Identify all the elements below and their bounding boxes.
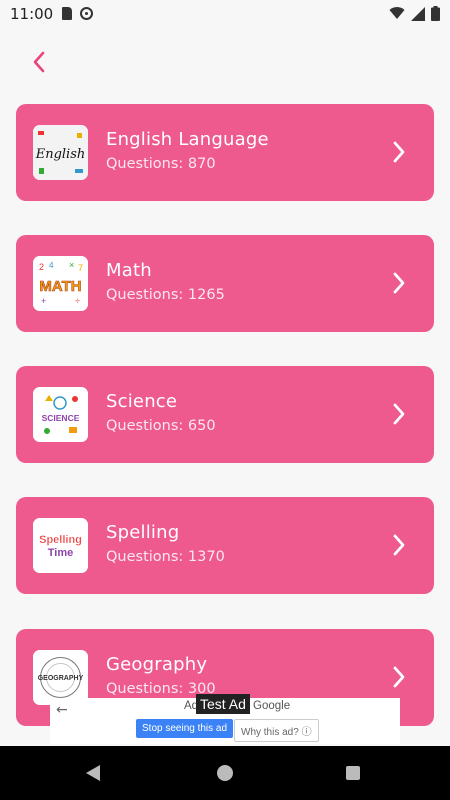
subject-card-english[interactable]: English English Language Questions: 870 [16,104,434,201]
ad-back-arrow-icon[interactable]: ← [56,702,68,718]
science-thumbnail: SCIENCE [33,387,88,442]
signal-icon [411,6,425,21]
wifi-icon [389,7,405,20]
geography-thumb-text: GEOGRAPHY [38,675,84,682]
subject-question-count: Questions: 1370 [106,549,225,565]
subject-card-science[interactable]: SCIENCE Science Questions: 650 [16,366,434,463]
english-thumbnail: English [33,125,88,180]
battery-icon [431,6,440,21]
math-thumb-text: MATH [39,278,81,295]
subject-title: Geography [106,654,208,675]
svg-text:2: 2 [39,262,44,272]
subject-question-count: Questions: 650 [106,418,216,434]
spelling-thumb-line2: Time [48,547,73,559]
chevron-right-icon [393,272,405,294]
at-sign-icon [80,7,93,20]
subject-card-spelling[interactable]: Spelling Time Spelling Questions: 1370 [16,497,434,594]
subject-title: Science [106,391,178,412]
chevron-right-icon [393,666,405,688]
nav-back-icon[interactable] [86,765,100,781]
svg-text:÷: ÷ [75,296,80,306]
subject-card-math[interactable]: 2 4 × 7 MATH + ÷ Math Questions: 1265 [16,235,434,332]
spelling-time-thumbnail: Spelling Time [33,518,88,573]
status-time: 11:00 [10,5,54,23]
spelling-thumb-line1: Spelling [39,534,82,546]
chevron-right-icon [393,403,405,425]
subject-question-count: Questions: 870 [106,156,216,172]
subject-question-count: Questions: 1265 [106,287,225,303]
test-ad-label: Test Ad [196,694,250,714]
subject-title: English Language [106,129,269,150]
svg-text:4: 4 [49,261,54,270]
sd-card-icon [62,7,72,20]
why-this-ad-button[interactable]: Why this ad? ⓘ [234,719,319,742]
subject-title: Math [106,260,152,281]
navigation-bar [0,746,450,800]
geography-thumbnail: GEOGRAPHY [33,650,88,705]
chevron-left-icon [33,51,45,73]
ad-banner: ← Ad closed by Google Test Ad Stop seein… [50,694,400,744]
stop-seeing-ad-button[interactable]: Stop seeing this ad [136,719,234,738]
svg-text:7: 7 [78,263,83,273]
english-thumb-text: English [35,147,86,162]
chevron-right-icon [393,534,405,556]
chevron-right-icon [393,141,405,163]
science-thumb-text: SCIENCE [42,413,80,423]
status-bar: 11:00 [0,0,450,28]
math-thumbnail: 2 4 × 7 MATH + ÷ [33,256,88,311]
nav-home-icon[interactable] [217,765,233,781]
nav-recents-icon[interactable] [346,766,360,780]
svg-text:×: × [69,260,74,270]
subject-title: Spelling [106,522,180,543]
svg-text:+: + [41,296,46,306]
back-button[interactable] [24,48,54,76]
